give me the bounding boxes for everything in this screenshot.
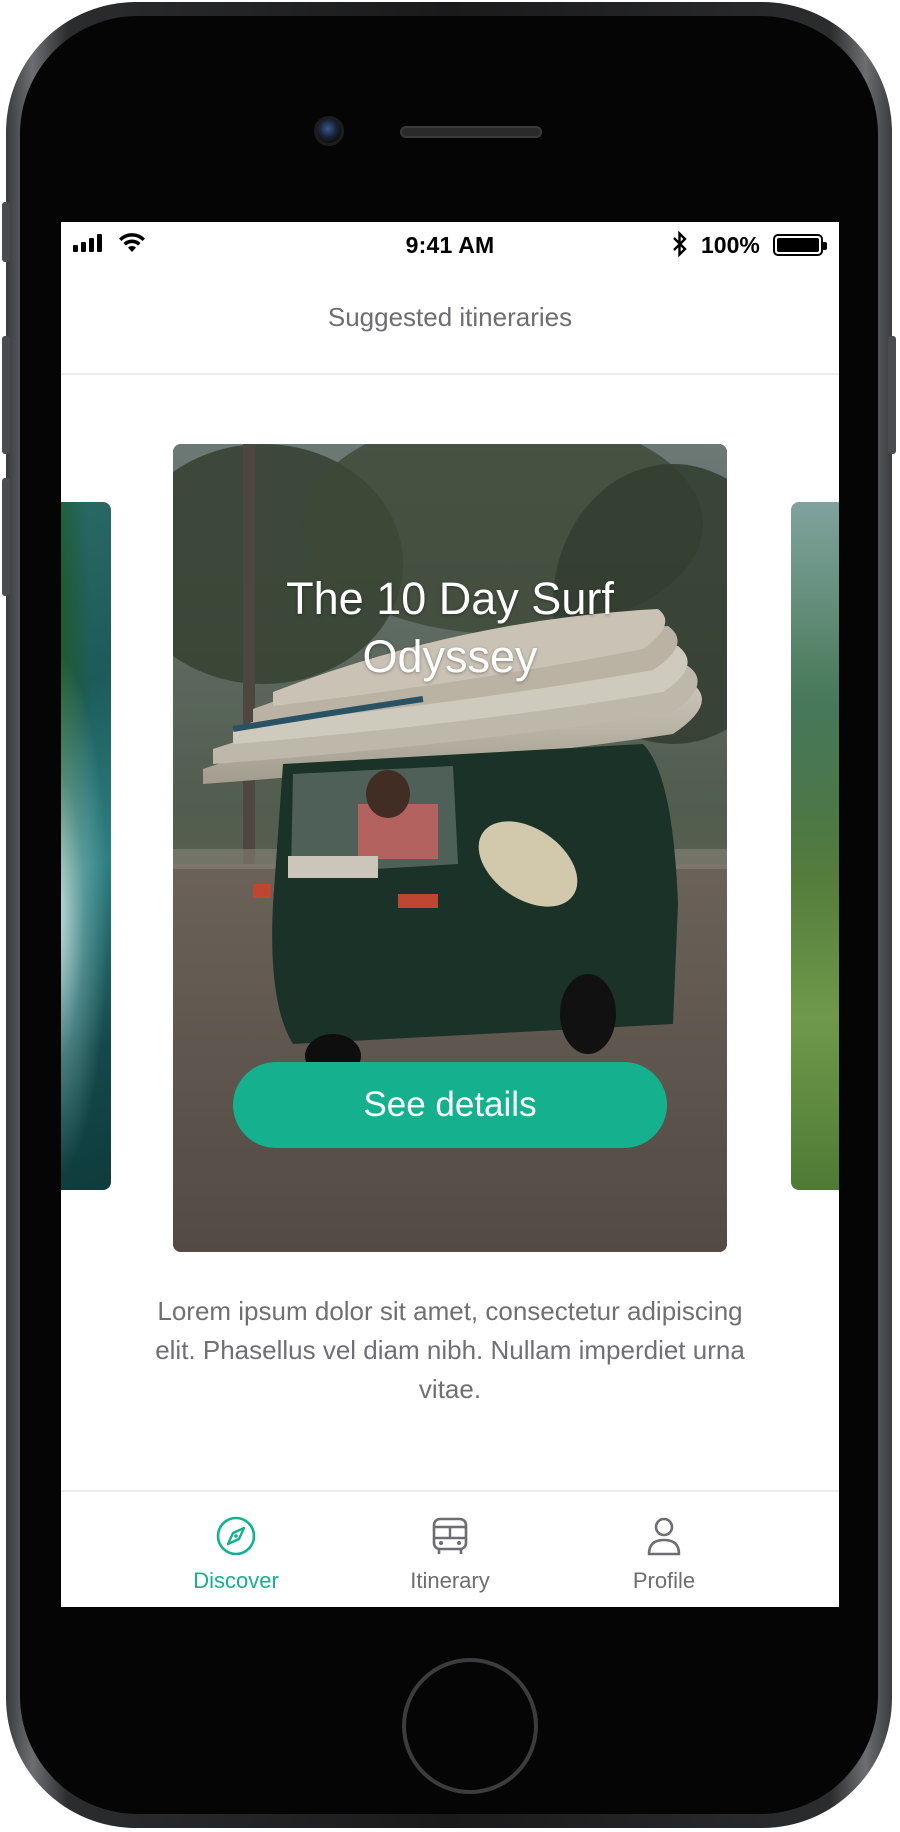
user-icon bbox=[647, 1517, 681, 1556]
header-divider bbox=[61, 373, 839, 375]
tab-label: Profile bbox=[632, 1568, 696, 1593]
battery-icon bbox=[773, 234, 827, 256]
tab-itinerary[interactable]: Itinerary bbox=[350, 1492, 550, 1607]
compass-icon bbox=[216, 1516, 256, 1556]
tab-label: Discover bbox=[193, 1568, 279, 1593]
carousel-card-next[interactable] bbox=[791, 502, 839, 1190]
carousel-card-previous[interactable] bbox=[61, 502, 111, 1190]
bluetooth-icon bbox=[673, 230, 687, 258]
tab-label: Itinerary bbox=[410, 1568, 490, 1593]
see-details-button[interactable]: See details bbox=[233, 1062, 667, 1148]
card-title: The 10 Day Surf Odyssey bbox=[286, 573, 614, 682]
tab-discover[interactable]: Discover bbox=[136, 1492, 336, 1607]
battery-percent: 100% bbox=[701, 232, 760, 258]
card-description: Lorem ipsum dolor sit amet, consectetur … bbox=[155, 1296, 745, 1404]
volume-down-button bbox=[2, 478, 10, 596]
app-screen: 9:41 AM 100% Suggested itineraries The 1… bbox=[61, 222, 839, 1607]
bus-icon bbox=[432, 1517, 468, 1554]
earpiece-speaker bbox=[400, 126, 542, 138]
page-title: Suggested itineraries bbox=[327, 302, 573, 332]
tab-bar: Discover Itinerary Profile bbox=[61, 1492, 839, 1607]
volume-up-button bbox=[2, 336, 10, 454]
mute-switch bbox=[2, 202, 10, 262]
status-bar: 9:41 AM 100% bbox=[61, 222, 839, 268]
front-camera bbox=[314, 116, 344, 146]
home-button[interactable] bbox=[402, 1658, 538, 1794]
tab-profile[interactable]: Profile bbox=[564, 1492, 764, 1607]
carousel-card-current[interactable]: The 10 Day Surf Odyssey See details bbox=[173, 444, 727, 1252]
power-button bbox=[888, 336, 896, 454]
